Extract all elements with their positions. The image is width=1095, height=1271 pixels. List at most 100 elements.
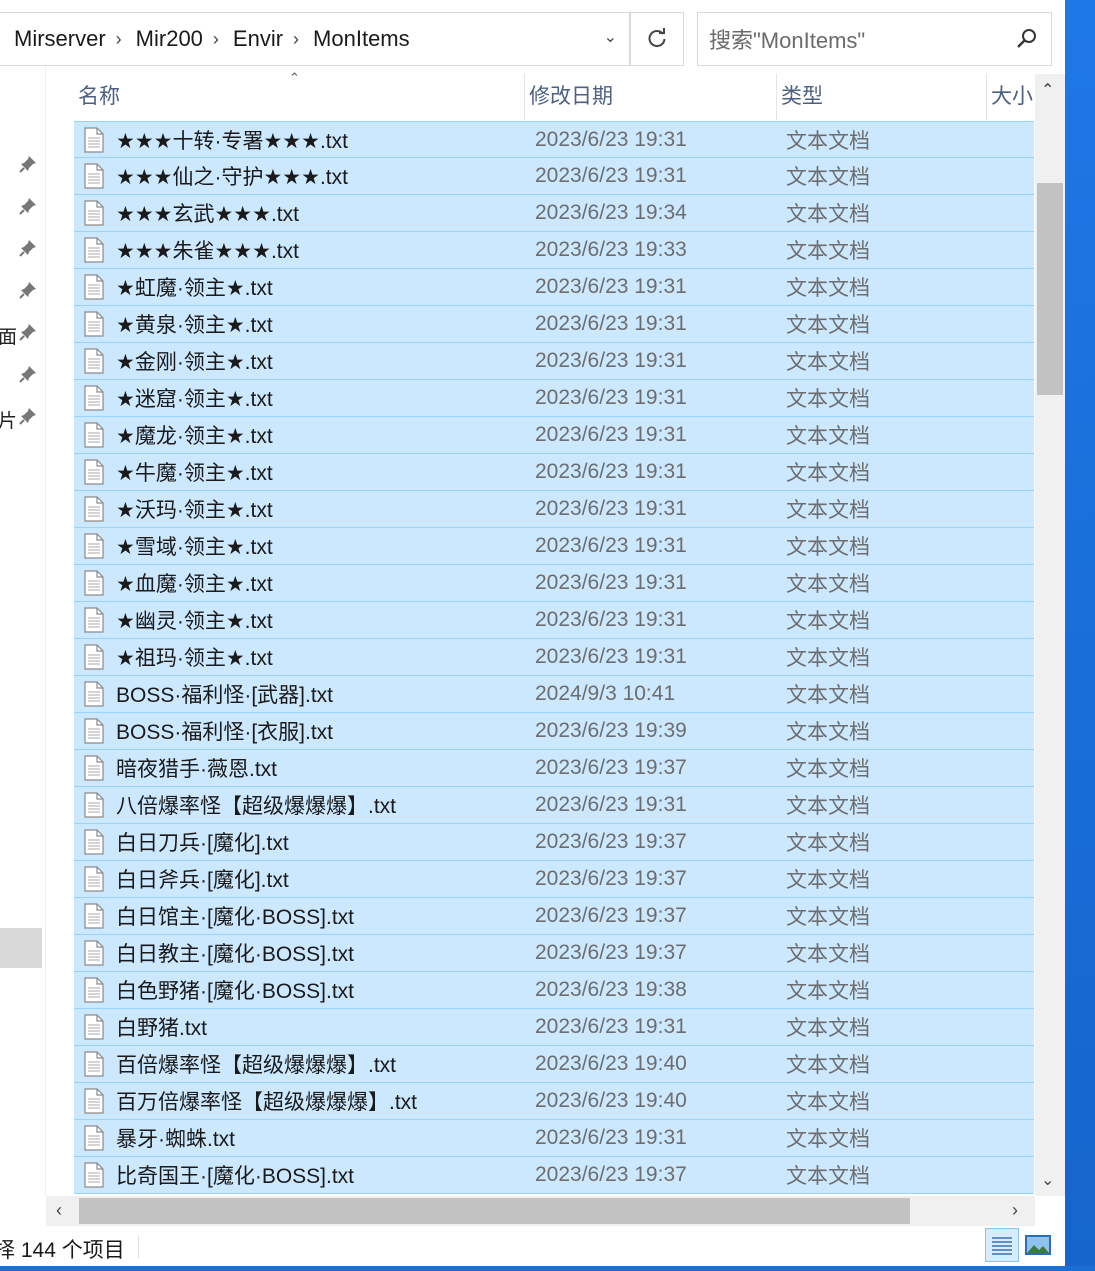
file-name: 百万倍爆率怪【超级爆爆爆】.txt bbox=[116, 1091, 418, 1114]
pin-icon[interactable] bbox=[18, 280, 38, 300]
search-box[interactable]: 搜索"MonItems" bbox=[697, 12, 1052, 66]
file-row[interactable]: ★牛魔·领主★.txt 2023/6/23 19:31 文本文档 bbox=[74, 454, 1034, 491]
file-modified-date: 2023/6/23 19:31 bbox=[535, 793, 687, 816]
text-file-icon bbox=[84, 829, 104, 855]
vertical-scrollbar-thumb[interactable] bbox=[1037, 183, 1063, 395]
file-row[interactable]: ★虹魔·领主★.txt 2023/6/23 19:31 文本文档 bbox=[74, 269, 1034, 306]
breadcrumb-item[interactable]: MonItems bbox=[299, 26, 410, 52]
search-icon[interactable] bbox=[1015, 27, 1039, 51]
file-name: ★幽灵·领主★.txt bbox=[116, 610, 273, 633]
file-row[interactable]: 八倍爆率怪【超级爆爆爆】.txt 2023/6/23 19:31 文本文档 bbox=[74, 787, 1034, 824]
file-modified-date: 2023/6/23 19:31 bbox=[535, 423, 687, 446]
pin-icon[interactable] bbox=[18, 238, 38, 258]
file-name: 白日刀兵·[魔化].txt bbox=[116, 832, 289, 855]
text-file-icon bbox=[84, 127, 104, 153]
large-icons-view-icon[interactable] bbox=[1024, 1232, 1052, 1258]
text-file-icon bbox=[84, 163, 104, 189]
file-row[interactable]: 比奇国王·[魔化·BOSS].txt 2023/6/23 19:37 文本文档 bbox=[74, 1157, 1034, 1194]
scroll-right-icon[interactable]: › bbox=[1012, 1200, 1018, 1221]
file-name: ★沃玛·领主★.txt bbox=[116, 499, 273, 522]
file-type: 文本文档 bbox=[786, 758, 870, 781]
file-type: 文本文档 bbox=[786, 721, 870, 744]
breadcrumb-item[interactable]: Envir bbox=[219, 26, 283, 52]
scroll-left-icon[interactable]: ‹ bbox=[56, 1200, 62, 1221]
file-name: ★★★十转·专署★★★.txt bbox=[116, 129, 348, 153]
pin-icon[interactable] bbox=[18, 406, 38, 426]
file-type: 文本文档 bbox=[786, 536, 870, 559]
text-file-icon bbox=[84, 866, 104, 892]
file-row[interactable]: ★黄泉·领主★.txt 2023/6/23 19:31 文本文档 bbox=[74, 306, 1034, 343]
file-type: 文本文档 bbox=[786, 943, 870, 966]
file-name: ★★★朱雀★★★.txt bbox=[116, 240, 299, 263]
file-modified-date: 2023/6/23 19:31 bbox=[535, 571, 687, 594]
pin-icon[interactable] bbox=[18, 196, 38, 216]
file-type: 文本文档 bbox=[786, 425, 870, 448]
column-header-type[interactable]: 类型 bbox=[777, 74, 987, 120]
file-row[interactable]: BOSS·福利怪·[武器].txt 2024/9/3 10:41 文本文档 bbox=[74, 676, 1034, 713]
file-row[interactable]: 白日刀兵·[魔化].txt 2023/6/23 19:37 文本文档 bbox=[74, 824, 1034, 861]
text-file-icon bbox=[84, 385, 104, 411]
pin-icon[interactable] bbox=[18, 154, 38, 174]
scroll-down-icon[interactable]: ⌄ bbox=[1041, 1170, 1054, 1190]
sort-ascending-icon: ⌃ bbox=[289, 70, 300, 85]
nav-item-label[interactable]: 片 bbox=[0, 406, 17, 433]
refresh-button[interactable] bbox=[630, 12, 684, 66]
file-modified-date: 2023/6/23 19:31 bbox=[535, 386, 687, 409]
column-header-date[interactable]: 修改日期 bbox=[525, 74, 777, 120]
file-modified-date: 2023/6/23 19:34 bbox=[535, 201, 687, 224]
file-name: 百倍爆率怪【超级爆爆爆】.txt bbox=[116, 1054, 397, 1077]
file-row[interactable]: ★★★十转·专署★★★.txt 2023/6/23 19:31 文本文档 bbox=[74, 121, 1034, 158]
column-header-size[interactable]: 大小 bbox=[987, 74, 1035, 120]
file-row[interactable]: 白色野猪·[魔化·BOSS].txt 2023/6/23 19:38 文本文档 bbox=[74, 972, 1034, 1009]
file-row[interactable]: 白日斧兵·[魔化].txt 2023/6/23 19:37 文本文档 bbox=[74, 861, 1034, 898]
file-name: ★金刚·领主★.txt bbox=[116, 351, 273, 374]
text-file-icon bbox=[84, 681, 104, 707]
file-modified-date: 2023/6/23 19:40 bbox=[535, 1089, 687, 1112]
file-row[interactable]: ★金刚·领主★.txt 2023/6/23 19:31 文本文档 bbox=[74, 343, 1034, 380]
file-name: ★虹魔·领主★.txt bbox=[116, 277, 273, 300]
file-type: 文本文档 bbox=[786, 573, 870, 596]
breadcrumb-item[interactable]: Mir200 bbox=[122, 26, 203, 52]
file-name: 比奇国王·[魔化·BOSS].txt bbox=[116, 1165, 355, 1188]
file-row[interactable]: 暗夜猎手·薇恩.txt 2023/6/23 19:37 文本文档 bbox=[74, 750, 1034, 787]
file-row[interactable]: ★祖玛·领主★.txt 2023/6/23 19:31 文本文档 bbox=[74, 639, 1034, 676]
file-name: 暴牙·蜘蛛.txt bbox=[116, 1128, 235, 1151]
nav-item-label[interactable]: 面 bbox=[0, 322, 17, 349]
file-explorer-window: Mirserver › Mir200 › Envir › MonItems ⌄ … bbox=[0, 0, 1065, 1271]
file-name: ★牛魔·领主★.txt bbox=[116, 462, 273, 485]
file-name: BOSS·福利怪·[武器].txt bbox=[116, 684, 334, 707]
pin-icon[interactable] bbox=[18, 322, 38, 342]
breadcrumb-item[interactable]: Mirserver bbox=[0, 26, 106, 52]
file-row[interactable]: ★雪域·领主★.txt 2023/6/23 19:31 文本文档 bbox=[74, 528, 1034, 565]
address-bar[interactable]: Mirserver › Mir200 › Envir › MonItems ⌄ bbox=[0, 12, 630, 66]
navigation-pane: 面 片 bbox=[0, 66, 46, 1196]
horizontal-scrollbar-thumb[interactable] bbox=[79, 1198, 910, 1224]
file-row[interactable]: ★★★玄武★★★.txt 2023/6/23 19:34 文本文档 bbox=[74, 195, 1034, 232]
text-file-icon bbox=[84, 1014, 104, 1040]
file-row[interactable]: ★幽灵·领主★.txt 2023/6/23 19:31 文本文档 bbox=[74, 602, 1034, 639]
file-row[interactable]: ★血魔·领主★.txt 2023/6/23 19:31 文本文档 bbox=[74, 565, 1034, 602]
pin-icon[interactable] bbox=[18, 364, 38, 384]
file-row[interactable]: ★沃玛·领主★.txt 2023/6/23 19:31 文本文档 bbox=[74, 491, 1034, 528]
file-row[interactable]: 百万倍爆率怪【超级爆爆爆】.txt 2023/6/23 19:40 文本文档 bbox=[74, 1083, 1034, 1120]
file-row[interactable]: 白日教主·[魔化·BOSS].txt 2023/6/23 19:37 文本文档 bbox=[74, 935, 1034, 972]
file-modified-date: 2023/6/23 19:37 bbox=[535, 830, 687, 853]
file-row[interactable]: ★迷窟·领主★.txt 2023/6/23 19:31 文本文档 bbox=[74, 380, 1034, 417]
text-file-icon bbox=[84, 755, 104, 781]
file-row[interactable]: 白野猪.txt 2023/6/23 19:31 文本文档 bbox=[74, 1009, 1034, 1046]
chevron-right-icon: › bbox=[293, 28, 300, 49]
search-input[interactable]: 搜索"MonItems" bbox=[698, 23, 865, 55]
file-row[interactable]: ★★★仙之·守护★★★.txt 2023/6/23 19:31 文本文档 bbox=[74, 158, 1034, 195]
scroll-up-icon[interactable]: ⌃ bbox=[1041, 80, 1054, 100]
file-row[interactable]: BOSS·福利怪·[衣服].txt 2023/6/23 19:39 文本文档 bbox=[74, 713, 1034, 750]
file-type: 文本文档 bbox=[786, 1091, 870, 1114]
file-row[interactable]: 白日馆主·[魔化·BOSS].txt 2023/6/23 19:37 文本文档 bbox=[74, 898, 1034, 935]
nav-selected-item[interactable] bbox=[0, 928, 42, 968]
chevron-down-icon[interactable]: ⌄ bbox=[604, 27, 617, 47]
file-row[interactable]: 暴牙·蜘蛛.txt 2023/6/23 19:31 文本文档 bbox=[74, 1120, 1034, 1157]
details-view-button[interactable] bbox=[985, 1228, 1019, 1262]
file-row[interactable]: ★魔龙·领主★.txt 2023/6/23 19:31 文本文档 bbox=[74, 417, 1034, 454]
file-row[interactable]: 百倍爆率怪【超级爆爆爆】.txt 2023/6/23 19:40 文本文档 bbox=[74, 1046, 1034, 1083]
file-row[interactable]: ★★★朱雀★★★.txt 2023/6/23 19:33 文本文档 bbox=[74, 232, 1034, 269]
file-modified-date: 2023/6/23 19:37 bbox=[535, 904, 687, 927]
